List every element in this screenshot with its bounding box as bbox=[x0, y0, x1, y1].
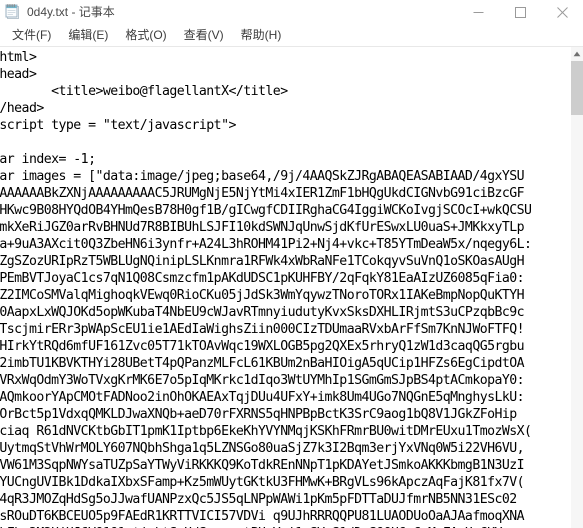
window-title: 0d4y.txt - 记事本 bbox=[27, 5, 115, 19]
text-line bbox=[0, 134, 572, 151]
notepad-window: 0d4y.txt - 记事本 文件(F) 编辑(E) 格式(O) 查看(V) 帮… bbox=[0, 0, 583, 528]
text-line: 3AQmkoorYApCMOtFADNoo2inOhOKAEAxTqjDUu4U… bbox=[0, 390, 525, 405]
text-line: DsROuDT6KBCEUO5p9FAEdR1KRTTVICI57VDVi q9… bbox=[0, 509, 525, 524]
text-line: k4qR3JMOZqHdSg5oJJwafUANPzxQc5JS5qLNPpWA… bbox=[0, 492, 517, 507]
text-line: var index= -1; bbox=[0, 152, 96, 167]
text-content[interactable]: <html> <head> <title>weibo@flagellantX</t… bbox=[0, 47, 572, 528]
text-line: xUytmqStVhWrMOLY607NQbhShga1q5LZNSGo80ua… bbox=[0, 441, 525, 456]
text-line: tTscjmirERr3pWApScEU1ie1AEdIaWighsZiin00… bbox=[0, 322, 525, 337]
close-button[interactable] bbox=[541, 0, 583, 24]
scroll-track[interactable] bbox=[571, 115, 583, 528]
menu-file[interactable]: 文件(F) bbox=[4, 25, 60, 45]
menu-bar: 文件(F) 编辑(E) 格式(O) 查看(V) 帮助(H) bbox=[0, 24, 583, 46]
text-line: Fciaq R61dNVCKtbGbIT1pmK1Iptbp6EkeKhYVYN… bbox=[0, 424, 532, 439]
text-line: tVRxWqOdmY3WoTVxgKrMK6E7o5pIqMKrkc1dIqo3… bbox=[0, 373, 525, 388]
title-bar[interactable]: 0d4y.txt - 记事本 bbox=[0, 0, 583, 24]
text-line: NVW61M3SqpNWYsaTUZpSaYTWyViRKKKQ9KoTdkRE… bbox=[0, 458, 525, 473]
menu-format[interactable]: 格式(O) bbox=[117, 25, 175, 45]
text-line: <head> bbox=[0, 67, 37, 82]
scroll-thumb[interactable] bbox=[571, 61, 583, 115]
menu-help[interactable]: 帮助(H) bbox=[233, 25, 291, 45]
vertical-scrollbar[interactable] bbox=[571, 47, 583, 528]
text-line: FmkXeRiJGZ0arRvBHNUd7R8BIBUhLSJFI10kdSWN… bbox=[0, 220, 525, 235]
window-controls bbox=[457, 0, 583, 24]
menu-edit[interactable]: 编辑(E) bbox=[60, 25, 117, 45]
text-line: kHIrkYtRQd6mfUF161Zvc05T71kTOAvWqc19WXLO… bbox=[0, 339, 525, 354]
text-line: <html> bbox=[0, 50, 37, 65]
text-line: na+9uA3AXcit0Q3ZbeHN6i3ynfr+A24L3hROHM41… bbox=[0, 237, 532, 252]
text-line: <title>weibo@flagellantX</title> bbox=[0, 84, 288, 99]
notepad-icon bbox=[4, 3, 22, 21]
text-line: NPEmBVTJoyaC1cs7qN1Q08Csmzcfm1pAKdUDSC1p… bbox=[0, 271, 525, 286]
text-line: M2imbTU1KBVKTHYi28UBetT4pQPanzMLFcL61KBU… bbox=[0, 356, 525, 371]
text-line: </head> bbox=[0, 101, 44, 116]
text-line: mZ2IMCoSMValqMighoqkVEwq0RioCKu05jJdSk3W… bbox=[0, 288, 525, 303]
text-line: AAAAAAABkZXNjAAAAAAAAAC5JRUMgNjE5NjYtMi4… bbox=[0, 186, 525, 201]
menu-view[interactable]: 查看(V) bbox=[176, 25, 233, 45]
text-line: var images = ["data:image/jpeg;base64,/9… bbox=[0, 169, 525, 184]
maximize-button[interactable] bbox=[499, 0, 541, 24]
text-line: cHKwc9B08HYQdOB4YHmQesB78H0gf1B/gICwgfCD… bbox=[0, 203, 532, 218]
minimize-button[interactable] bbox=[457, 0, 499, 24]
text-line: <script type = "text/javascript"> bbox=[0, 118, 236, 133]
editor-area[interactable]: <html> <head> <title>weibo@flagellantX</t… bbox=[0, 47, 583, 528]
text-line: Z0AapxLxWQJOKd5opWKubaT4NbEU9cWJavRTmnyi… bbox=[0, 305, 525, 320]
text-line: MOrBct5p1VdxqQMKLDJwaXNQb+aeD70rFXRNS5qH… bbox=[0, 407, 517, 422]
scroll-up-arrow[interactable] bbox=[571, 47, 583, 60]
text-line: HYUCngUVIBk1DdkaIXbxSFamp+Kz5mWUytGKtkU3… bbox=[0, 475, 525, 490]
text-line: nZgSZozURIpRzT5WBLUgNQinipLSLKnmra1RFWk4… bbox=[0, 254, 525, 269]
